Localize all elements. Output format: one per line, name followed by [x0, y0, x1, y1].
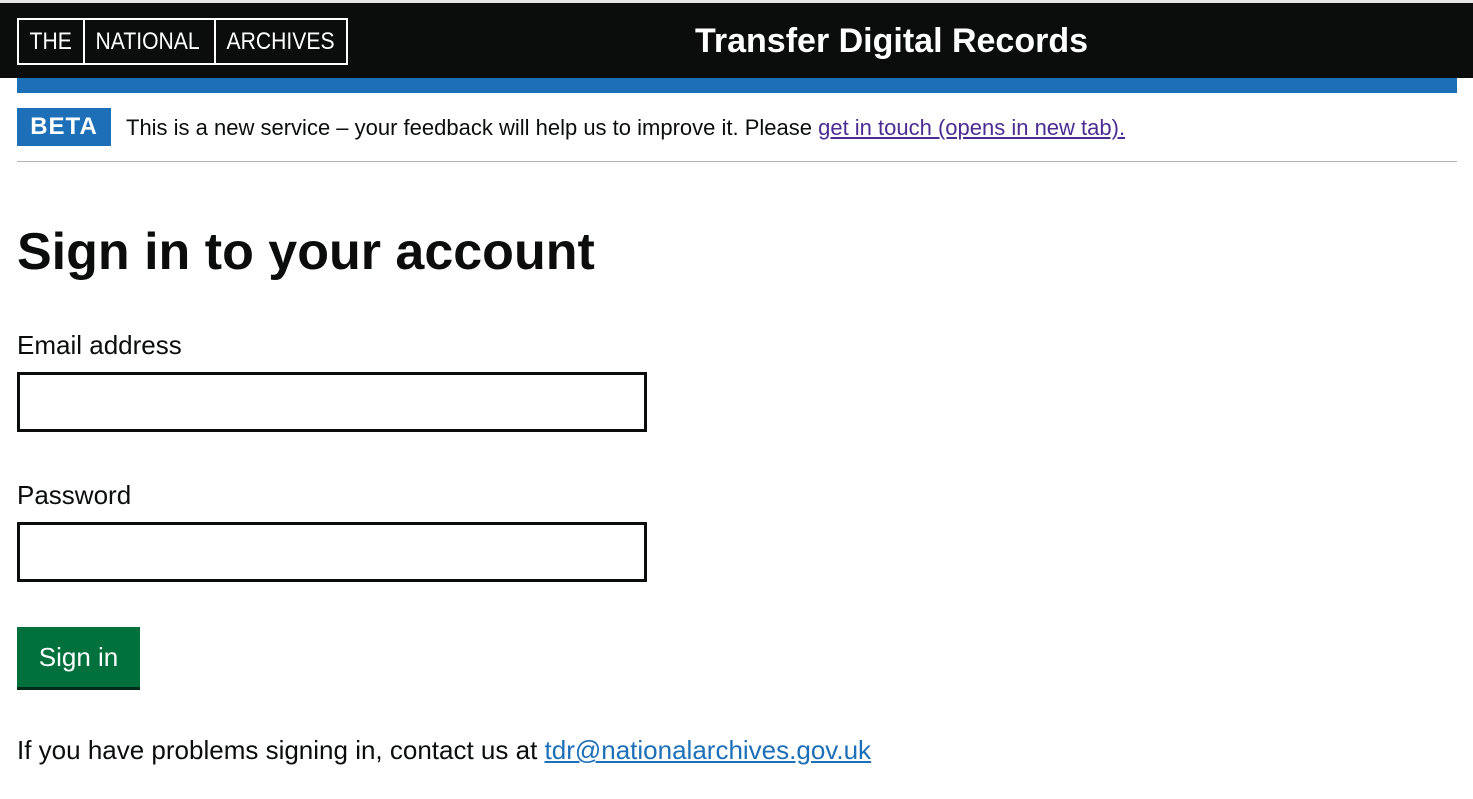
email-field[interactable] [17, 372, 647, 432]
password-label: Password [17, 480, 132, 510]
logo-word-archives: ARCHIVES [226, 27, 335, 55]
phase-banner-text: This is a new service – your feedback wi… [126, 114, 1125, 142]
phase-banner: BETA This is a new service – your feedba… [17, 108, 1457, 162]
phase-banner-message: This is a new service – your feedback wi… [126, 115, 819, 140]
feedback-link[interactable]: get in touch (opens in new tab). [818, 115, 1125, 140]
help-message: If you have problems signing in, contact… [17, 735, 545, 765]
support-email-link[interactable]: tdr@nationalarchives.gov.uk [545, 735, 872, 765]
password-field[interactable] [17, 522, 647, 582]
beta-tag: BETA [17, 108, 111, 146]
sign-in-button[interactable]: Sign in [17, 627, 140, 687]
site-header: THE NATIONAL ARCHIVES Transfer Digital R… [0, 0, 1473, 78]
national-archives-logo[interactable]: THE NATIONAL ARCHIVES [17, 18, 348, 65]
header-accent-bar [17, 78, 1457, 93]
logo-word-national: NATIONAL [95, 27, 200, 55]
help-text: If you have problems signing in, contact… [17, 733, 871, 767]
email-label: Email address [17, 330, 182, 360]
service-name[interactable]: Transfer Digital Records [695, 21, 1088, 61]
logo-word-the: THE [29, 27, 72, 55]
page-title: Sign in to your account [17, 223, 595, 281]
